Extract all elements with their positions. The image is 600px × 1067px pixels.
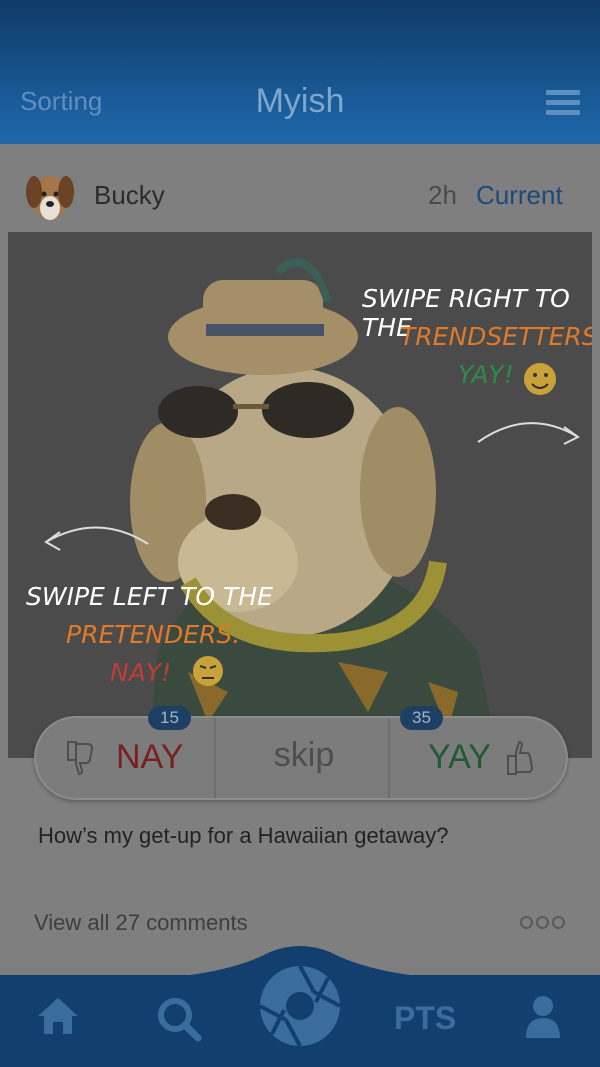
points-tab[interactable]: PTS xyxy=(394,1000,456,1037)
username[interactable]: Bucky xyxy=(94,180,165,211)
overlay-left-line2: PRETENDERS. xyxy=(66,620,241,649)
skip-label: skip xyxy=(273,736,335,774)
profile-icon[interactable] xyxy=(522,994,564,1040)
current-link[interactable]: Current xyxy=(476,180,563,211)
yay-count-badge: 35 xyxy=(400,706,443,730)
vote-bar: NAY skip YAY 15 35 xyxy=(34,706,568,800)
nay-count-badge: 15 xyxy=(148,706,191,730)
thumbs-up-icon xyxy=(507,740,534,775)
app-header: Sorting Myish xyxy=(0,0,600,144)
post-header: Bucky 2h Current xyxy=(8,158,592,232)
overlay-left-line1: SWIPE LEFT TO THE xyxy=(26,582,273,611)
search-icon[interactable] xyxy=(156,996,202,1042)
post-photo[interactable]: SWIPE RIGHT TO THE TRENDSETTERS. YAY! SW… xyxy=(8,232,592,758)
camera-shutter-icon[interactable] xyxy=(256,962,344,1050)
nay-button[interactable]: NAY xyxy=(36,718,214,798)
view-comments-link[interactable]: View all 27 comments xyxy=(34,910,248,936)
app-title: Myish xyxy=(255,82,345,120)
overlay-right-line3: YAY! xyxy=(458,360,514,389)
nay-label: NAY xyxy=(116,738,184,776)
home-icon[interactable] xyxy=(36,994,80,1038)
overlay-left-line3: NAY! xyxy=(110,658,172,687)
thumbs-down-icon xyxy=(67,741,94,776)
hamburger-menu-icon[interactable] xyxy=(546,90,580,116)
feed-area: Bucky 2h Current SWIPE RIGHT TO THE TREN… xyxy=(0,144,600,975)
post-age: 2h xyxy=(428,180,457,210)
more-options-icon[interactable] xyxy=(520,916,568,930)
yay-label: YAY xyxy=(428,738,491,776)
post-caption: How’s my get-up for a Hawaiian getaway? xyxy=(38,823,449,848)
overlay-right-line2: TRENDSETTERS. xyxy=(400,322,592,351)
skip-button[interactable]: skip xyxy=(214,718,390,798)
yay-button[interactable]: YAY xyxy=(390,718,568,798)
post-card: Bucky 2h Current SWIPE RIGHT TO THE TREN… xyxy=(8,158,592,966)
avatar[interactable] xyxy=(24,168,76,224)
